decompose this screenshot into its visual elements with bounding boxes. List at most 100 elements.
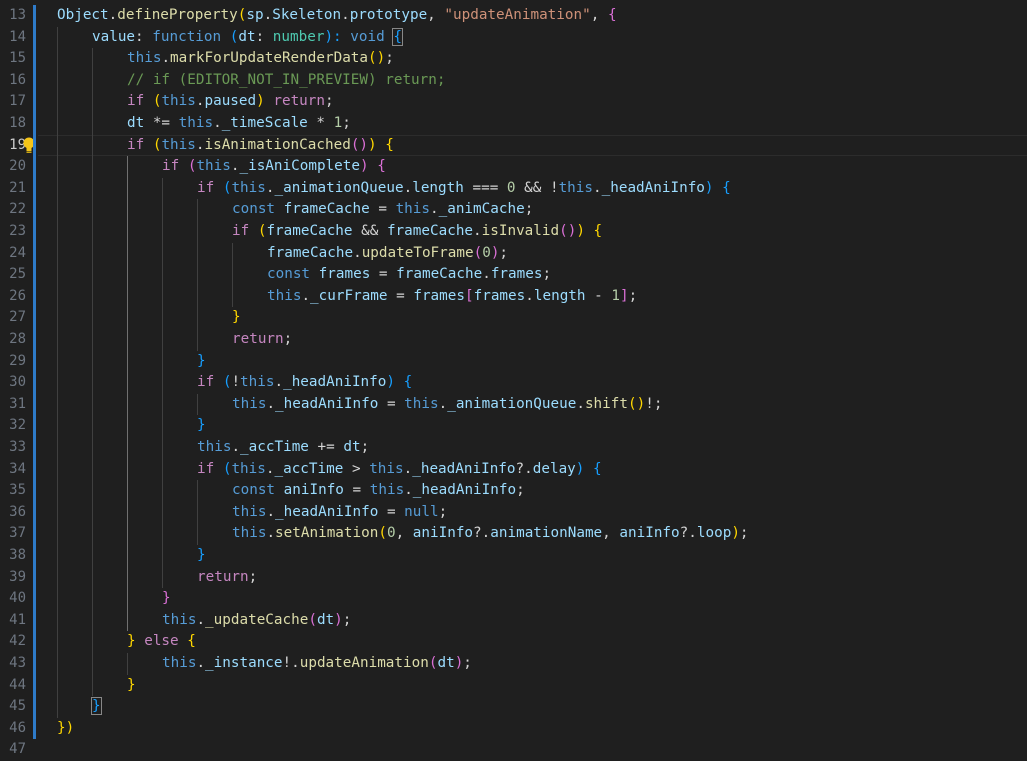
code-token: ?. — [473, 525, 491, 542]
code-line[interactable]: this._headAniInfo = null; — [232, 502, 447, 524]
code-token: this — [369, 460, 404, 477]
line-number: 41 — [9, 611, 26, 628]
code-token: - — [585, 287, 612, 304]
code-token: _headAniInfo — [275, 503, 379, 520]
code-line[interactable]: if (frameCache && frameCache.isInvalid()… — [232, 221, 602, 243]
code-line[interactable]: if (this.isAnimationCached()) { — [127, 135, 394, 157]
code-token: , — [395, 525, 413, 542]
line-number: 16 — [9, 71, 26, 88]
code-token: { — [187, 633, 196, 650]
code-token: , — [602, 525, 620, 542]
git-modified-indicator[interactable] — [33, 5, 36, 740]
code-token: () — [628, 395, 646, 412]
code-token: . — [430, 201, 439, 218]
code-line[interactable]: // if (EDITOR_NOT_IN_PREVIEW) return; — [127, 70, 445, 92]
code-line[interactable]: this._accTime += dt; — [197, 437, 369, 459]
code-token: animationName — [490, 525, 603, 542]
code-token: 1 — [333, 115, 343, 131]
code-token: ; — [342, 115, 351, 131]
code-line[interactable]: return; — [197, 567, 257, 589]
line-number: 33 — [9, 439, 26, 455]
code-token: shift — [584, 395, 628, 412]
code-token: markForUpdateRenderData — [170, 50, 369, 67]
code-token: > — [343, 460, 370, 477]
code-line[interactable]: } — [197, 545, 206, 567]
line-number-gutter[interactable]: 13 14 15 16 17 18 19 20 21 22 23 24 25 26 27 28 29 30 31 32… — [0, 0, 38, 759]
code-token: . — [301, 287, 311, 304]
code-line[interactable]: }) — [57, 718, 74, 740]
code-token: ?. — [679, 525, 697, 542]
code-area[interactable]: Object.defineProperty(sp.Skeleton.protot… — [38, 0, 1027, 759]
code-line[interactable]: if (this._animationQueue.length === 0 &&… — [197, 178, 731, 200]
code-line[interactable]: frameCache.updateToFrame(0); — [267, 243, 508, 265]
code-token: . — [266, 395, 276, 412]
code-token: . — [593, 179, 602, 196]
code-line[interactable]: const aniInfo = this._headAniInfo; — [232, 480, 525, 502]
line-number: 17 — [9, 93, 26, 110]
code-line[interactable]: Object.defineProperty(sp.Skeleton.protot… — [57, 5, 617, 27]
code-line[interactable]: } else { — [127, 631, 196, 653]
code-token: frameCache — [386, 223, 474, 239]
code-token: ; — [542, 266, 552, 283]
code-token: = — [370, 266, 397, 283]
code-line[interactable]: const frames = frameCache.frames; — [267, 264, 551, 286]
code-line[interactable]: this.setAnimation(0, aniInfo?.animationN… — [232, 523, 749, 545]
code-token: ; — [463, 655, 472, 671]
code-token: } — [197, 417, 206, 434]
code-token: { — [593, 460, 602, 477]
code-token: === — [463, 179, 507, 196]
code-line[interactable]: if (this._accTime > this._headAniInfo?.d… — [197, 459, 602, 481]
code-token: { — [607, 7, 617, 23]
code-line[interactable]: } — [127, 675, 136, 697]
line-number: 38 — [9, 547, 26, 563]
code-line[interactable]: dt *= this._timeScale * 1; — [127, 113, 351, 135]
code-line[interactable]: this._curFrame = frames[frames.length - … — [267, 286, 637, 308]
code-line[interactable]: this._instance!.updateAnimation(dt); — [162, 653, 472, 675]
code-editor[interactable]: 13 14 15 16 17 18 19 20 21 22 23 24 25 26 27 28 29 30 31 32… — [0, 0, 1027, 759]
code-token: _headAniInfo — [412, 460, 516, 477]
code-token: ; — [248, 568, 258, 585]
code-line[interactable]: } — [197, 351, 206, 373]
code-token: _headAniInfo — [283, 374, 387, 391]
code-token: ): — [324, 28, 351, 45]
code-token: ; — [325, 93, 334, 110]
code-token: // if (EDITOR_NOT_IN_PREVIEW) return; — [127, 71, 446, 88]
code-line[interactable]: } — [91, 696, 102, 718]
code-token: return — [197, 568, 249, 585]
code-token: void — [350, 28, 385, 45]
code-line[interactable]: } — [232, 307, 241, 329]
line-number: 30 — [9, 374, 26, 391]
code-line[interactable]: value: function (dt: number): void { — [92, 27, 403, 49]
code-token: . — [482, 266, 491, 283]
code-line[interactable]: const frameCache = this._animCache; — [232, 199, 533, 221]
code-token: frames — [490, 266, 543, 283]
code-token: function — [152, 28, 222, 45]
code-line[interactable]: } — [197, 415, 206, 437]
code-line[interactable]: this.markForUpdateRenderData(); — [127, 48, 394, 70]
code-line[interactable]: this._headAniInfo = this._animationQueue… — [232, 394, 662, 416]
code-token: dt — [437, 655, 455, 671]
code-line[interactable]: } — [162, 588, 171, 610]
code-line[interactable]: if (this._isAniComplete) { — [162, 156, 386, 178]
code-token: ( — [378, 525, 387, 542]
code-line[interactable]: return; — [232, 329, 292, 351]
code-line[interactable]: if (!this._headAniInfo) { — [197, 372, 412, 394]
code-token: _accTime — [240, 439, 309, 455]
code-token: && ! — [515, 179, 559, 196]
code-token: delay — [532, 460, 576, 477]
line-number: 43 — [9, 655, 26, 671]
code-token: _timeScale — [221, 115, 308, 131]
code-line[interactable]: this._updateCache(dt); — [162, 610, 351, 632]
code-token: frameCache — [267, 244, 354, 261]
code-token: 1 — [611, 287, 620, 304]
code-token: * — [307, 115, 334, 131]
code-token: = — [387, 287, 414, 304]
line-number: 31 — [9, 395, 26, 412]
code-token: } — [232, 309, 241, 326]
code-line[interactable]: if (this.paused) return; — [127, 91, 334, 113]
